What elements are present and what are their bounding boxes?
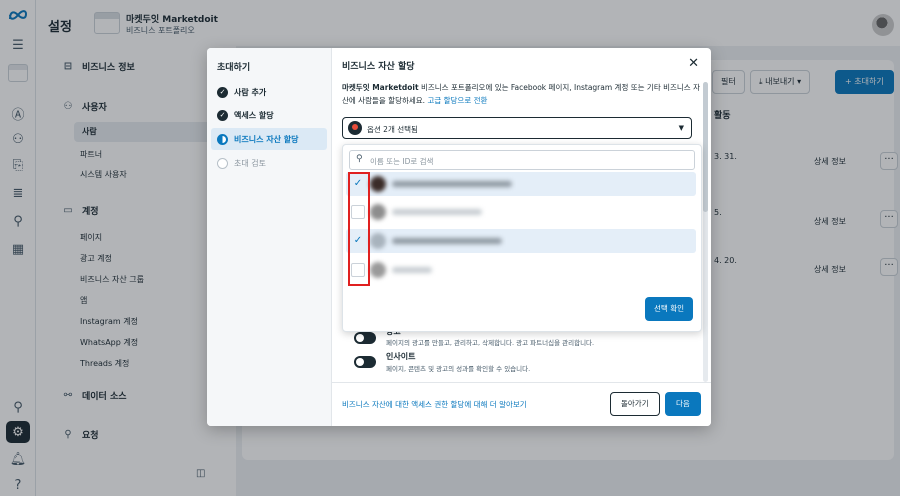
asset-name-redacted — [392, 238, 502, 244]
asset-option[interactable] — [346, 200, 696, 224]
asset-name-redacted — [392, 209, 482, 215]
asset-option[interactable]: ✓ — [346, 229, 696, 253]
empty-circle-icon — [217, 157, 228, 169]
permission-desc: 페이지의 광고를 만들고, 관리하고, 삭제합니다. 광고 파트너십을 관리합니… — [386, 339, 595, 347]
check-circle-icon: ✓ — [217, 109, 228, 121]
invite-stepper: 초대하기 ✓ 사람 추가 ✓ 액세스 할당 비즈니스 자산 할당 초대 검토 — [207, 48, 332, 426]
permission-toggle[interactable] — [354, 332, 376, 344]
step-add-people[interactable]: ✓ 사람 추가 — [211, 81, 327, 103]
caret-down-icon: ▼ — [678, 124, 684, 132]
asset-avatar — [370, 176, 386, 192]
asset-dropdown: ⚲ 이름 또는 ID로 검색 ✓ ✓ 선택 확인 — [342, 144, 702, 332]
asset-select-value: 옵션 2개 선택됨 — [367, 125, 418, 134]
step-assign-assets[interactable]: 비즈니스 자산 할당 — [211, 128, 327, 150]
permission-desc: 페이지, 콘텐츠 및 광고의 성과를 확인할 수 있습니다. — [386, 365, 531, 373]
asset-search-input[interactable]: ⚲ 이름 또는 ID로 검색 — [349, 150, 695, 170]
assign-assets-panel: 비즈니스 자산 할당 ✕ 마켓두잇 Marketdoit 비즈니스 포트폴리오에… — [332, 48, 711, 426]
asset-logo-icon — [348, 121, 362, 135]
invite-dialog: 초대하기 ✓ 사람 추가 ✓ 액세스 할당 비즈니스 자산 할당 초대 검토 비즈니… — [207, 48, 711, 426]
dialog-scrollbar[interactable] — [703, 82, 708, 382]
asset-name-redacted — [392, 181, 512, 187]
half-circle-icon — [217, 133, 228, 145]
confirm-selection-button[interactable]: 선택 확인 — [645, 297, 693, 321]
back-button[interactable]: 돌아가기 — [610, 392, 660, 416]
check-circle-icon: ✓ — [217, 86, 228, 98]
asset-avatar — [370, 262, 386, 278]
search-icon: ⚲ — [356, 154, 363, 164]
permission-title: 인사이트 — [386, 352, 416, 361]
stepper-title: 초대하기 — [217, 63, 251, 73]
next-button[interactable]: 다음 — [665, 392, 701, 416]
close-icon[interactable]: ✕ — [688, 56, 699, 71]
step-assign-access[interactable]: ✓ 액세스 할당 — [211, 104, 327, 126]
search-placeholder: 이름 또는 ID로 검색 — [370, 157, 434, 166]
step-review-invite[interactable]: 초대 검토 — [211, 152, 327, 174]
dialog-title: 비즈니스 자산 할당 — [342, 62, 415, 72]
learn-more-link[interactable]: 비즈니스 자산에 대한 액세스 권한 할당에 대해 더 알아보기 — [342, 399, 527, 410]
advanced-assign-link[interactable]: 고급 할당으로 전환 — [427, 96, 487, 105]
asset-option[interactable]: ✓ — [346, 172, 696, 196]
asset-avatar — [370, 233, 386, 249]
asset-avatar — [370, 204, 386, 220]
scrollbar-thumb[interactable] — [703, 82, 708, 212]
asset-name-redacted — [392, 267, 432, 273]
dialog-description: 마켓두잇 Marketdoit 비즈니스 포트폴리오에 있는 Facebook … — [342, 83, 700, 105]
asset-option[interactable] — [346, 258, 696, 282]
asset-select[interactable]: 옵션 2개 선택됨 ▼ — [342, 117, 692, 139]
dialog-footer: 비즈니스 자산에 대한 액세스 권한 할당에 대해 더 알아보기 돌아가기 다음 — [332, 382, 711, 426]
permission-toggle[interactable] — [354, 356, 376, 368]
checkbox-highlight-box — [348, 172, 370, 286]
